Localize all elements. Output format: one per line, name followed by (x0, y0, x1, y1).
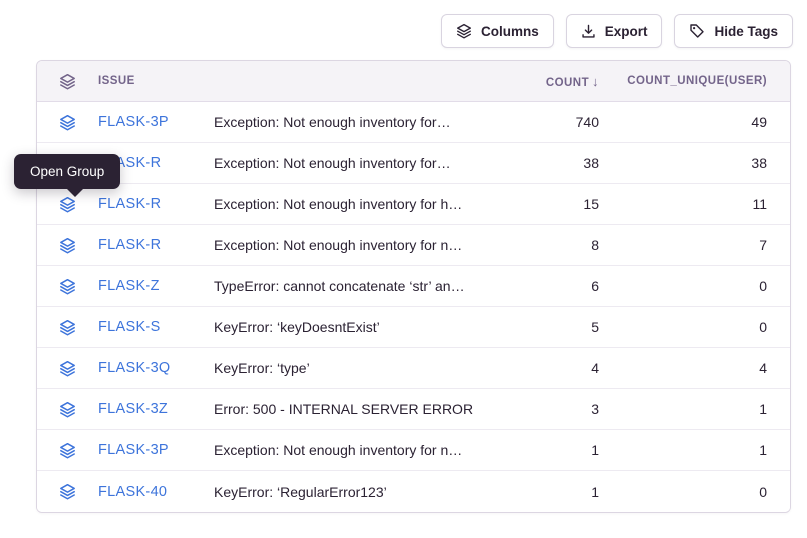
issue-link[interactable]: FLASK-40 (98, 484, 167, 500)
tooltip-label: Open Group (30, 164, 104, 179)
count-unique-value: 0 (599, 278, 767, 294)
issue-link[interactable]: FLASK-3P (98, 114, 169, 130)
table-row: FLASK-R Exception: Not enough inventory … (37, 225, 790, 266)
count-value: 740 (509, 114, 599, 130)
open-group-button[interactable] (37, 442, 98, 459)
issue-link[interactable]: FLASK-3Z (98, 401, 168, 417)
open-group-button[interactable] (37, 360, 98, 377)
count-unique-value: 4 (599, 360, 767, 376)
column-header-issue[interactable]: ISSUE (98, 75, 214, 87)
issue-title: KeyError: ‘type’ (214, 360, 509, 376)
count-unique-value: 0 (599, 319, 767, 335)
issue-link[interactable]: FLASK-3P (98, 442, 169, 458)
count-value: 1 (509, 484, 599, 500)
columns-button[interactable]: Columns (441, 14, 554, 48)
open-group-tooltip: Open Group (14, 154, 120, 189)
layers-icon (456, 23, 472, 39)
count-unique-value: 1 (599, 442, 767, 458)
hide-tags-button[interactable]: Hide Tags (674, 14, 793, 48)
issue-title: Exception: Not enough inventory for… (214, 114, 509, 130)
issue-title: Error: 500 - INTERNAL SERVER ERROR (214, 401, 509, 417)
issue-column-icon-cell (37, 73, 98, 90)
count-value: 3 (509, 401, 599, 417)
download-icon (581, 24, 596, 39)
layers-icon (59, 401, 76, 418)
table-body: FLASK-3P Exception: Not enough inventory… (37, 102, 790, 512)
count-unique-value: 0 (599, 484, 767, 500)
layers-icon (59, 278, 76, 295)
issue-link[interactable]: FLASK-3Q (98, 360, 171, 376)
issue-title: TypeError: cannot concatenate ‘str’ an… (214, 278, 509, 294)
column-header-count[interactable]: COUNT↓ (509, 74, 599, 89)
table-row: FLASK-R Exception: Not enough inventory … (37, 143, 790, 184)
layers-icon (59, 73, 76, 90)
issue-title: KeyError: ‘keyDoesntExist’ (214, 319, 509, 335)
issue-link[interactable]: FLASK-S (98, 319, 161, 335)
layers-icon (59, 442, 76, 459)
columns-button-label: Columns (481, 24, 539, 39)
column-header-count-unique[interactable]: COUNT_UNIQUE(USER) (599, 75, 767, 87)
count-value: 1 (509, 442, 599, 458)
issue-title: Exception: Not enough inventory for… (214, 155, 509, 171)
layers-icon (59, 196, 76, 213)
tag-icon (689, 23, 705, 39)
issue-title: Exception: Not enough inventory for h… (214, 196, 509, 212)
table-row: FLASK-S KeyError: ‘keyDoesntExist’ 5 0 (37, 307, 790, 348)
export-button[interactable]: Export (566, 14, 663, 48)
count-unique-value: 1 (599, 401, 767, 417)
open-group-button[interactable] (37, 483, 98, 500)
open-group-button[interactable] (37, 319, 98, 336)
count-value: 6 (509, 278, 599, 294)
count-unique-value: 11 (599, 196, 767, 212)
layers-icon (59, 360, 76, 377)
table-row: FLASK-40 KeyError: ‘RegularError123’ 1 0 (37, 471, 790, 512)
table-row: FLASK-R Exception: Not enough inventory … (37, 184, 790, 225)
count-value: 38 (509, 155, 599, 171)
open-group-button[interactable] (37, 237, 98, 254)
table-row: FLASK-3Q KeyError: ‘type’ 4 4 (37, 348, 790, 389)
toolbar: Columns Export Hide Tags (441, 14, 793, 48)
table-row: FLASK-3P Exception: Not enough inventory… (37, 430, 790, 471)
count-value: 4 (509, 360, 599, 376)
table-row: FLASK-Z TypeError: cannot concatenate ‘s… (37, 266, 790, 307)
count-unique-value: 7 (599, 237, 767, 253)
export-button-label: Export (605, 24, 648, 39)
issue-title: Exception: Not enough inventory for n… (214, 237, 509, 253)
layers-icon (59, 114, 76, 131)
sort-desc-arrow: ↓ (592, 74, 599, 89)
layers-icon (59, 483, 76, 500)
open-group-button[interactable] (37, 196, 98, 213)
count-unique-value: 49 (599, 114, 767, 130)
hide-tags-button-label: Hide Tags (714, 24, 778, 39)
layers-icon (59, 237, 76, 254)
open-group-button[interactable] (37, 401, 98, 418)
issues-table: ISSUE COUNT↓ COUNT_UNIQUE(USER) FLASK-3P… (36, 60, 791, 513)
count-unique-value: 38 (599, 155, 767, 171)
table-row: FLASK-3P Exception: Not enough inventory… (37, 102, 790, 143)
open-group-button[interactable] (37, 114, 98, 131)
issue-link[interactable]: FLASK-R (98, 196, 161, 212)
issue-title: Exception: Not enough inventory for n… (214, 442, 509, 458)
count-value: 8 (509, 237, 599, 253)
issue-link[interactable]: FLASK-R (98, 237, 161, 253)
issue-title: KeyError: ‘RegularError123’ (214, 484, 509, 500)
issue-link[interactable]: FLASK-Z (98, 278, 160, 294)
count-value: 5 (509, 319, 599, 335)
count-value: 15 (509, 196, 599, 212)
table-header-row: ISSUE COUNT↓ COUNT_UNIQUE(USER) (37, 61, 790, 102)
layers-icon (59, 319, 76, 336)
table-row: FLASK-3Z Error: 500 - INTERNAL SERVER ER… (37, 389, 790, 430)
open-group-button[interactable] (37, 278, 98, 295)
